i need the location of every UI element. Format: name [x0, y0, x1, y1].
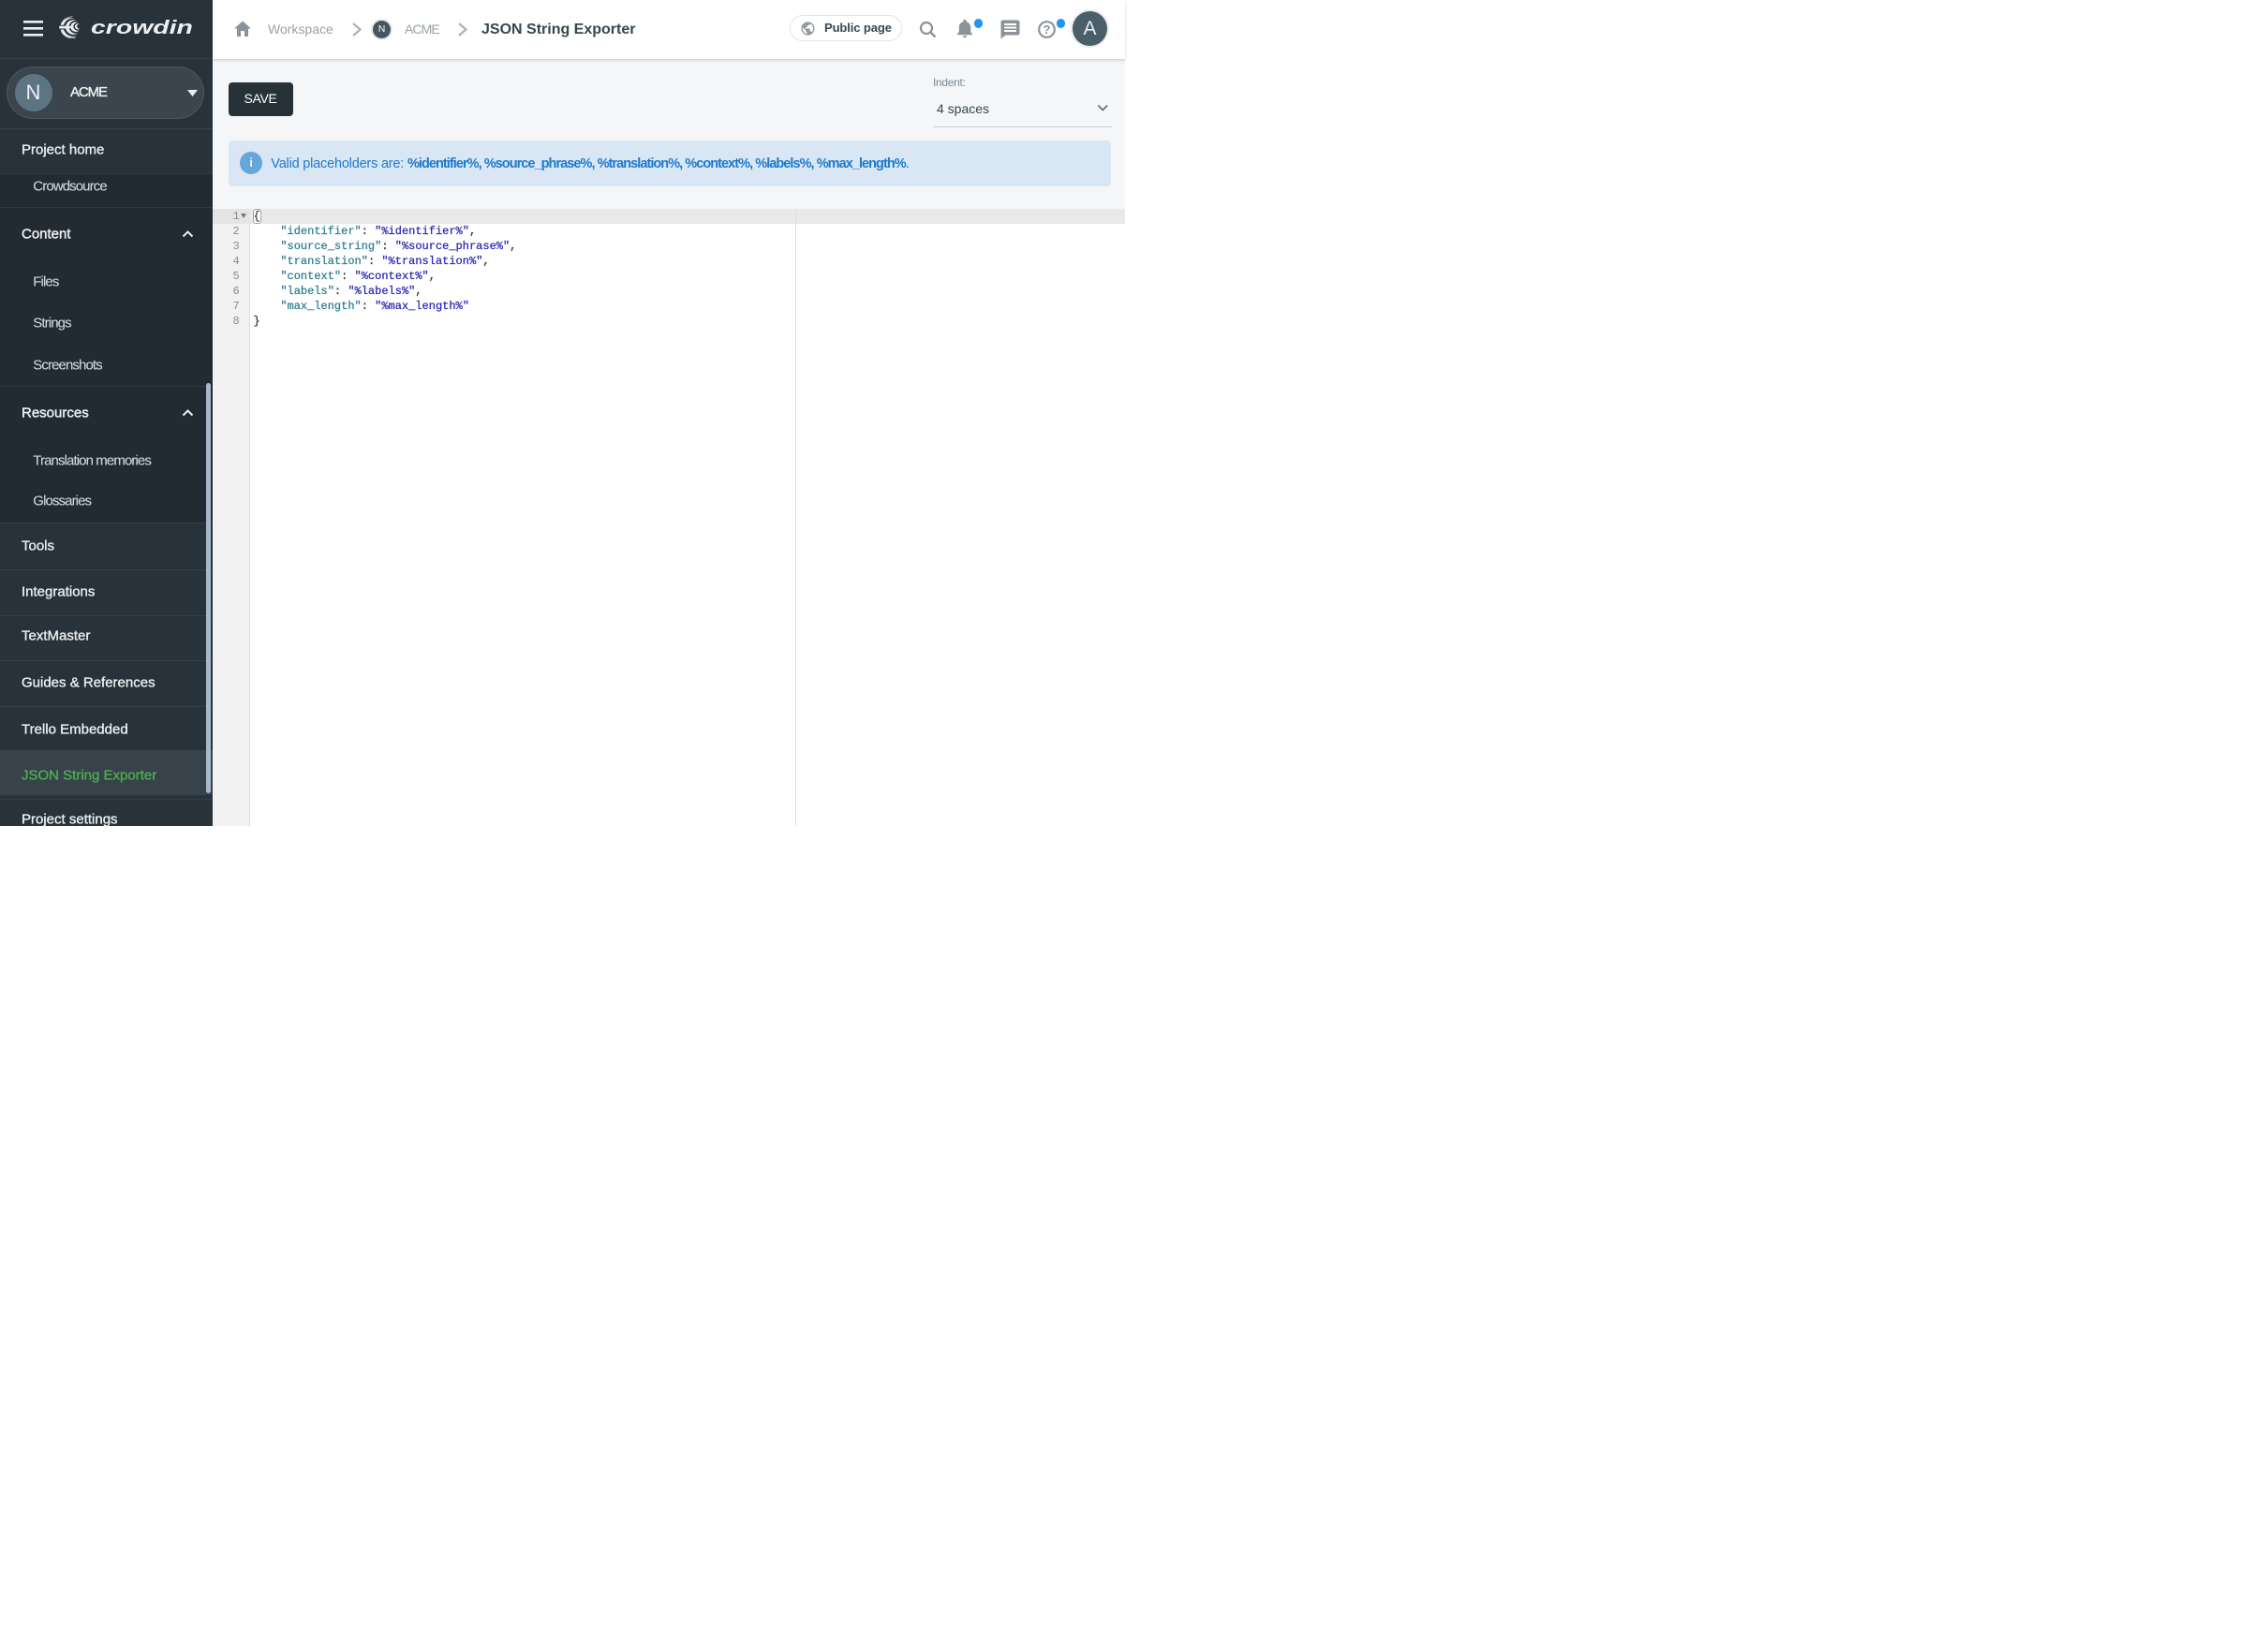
svg-text:?: ?: [1044, 22, 1051, 37]
